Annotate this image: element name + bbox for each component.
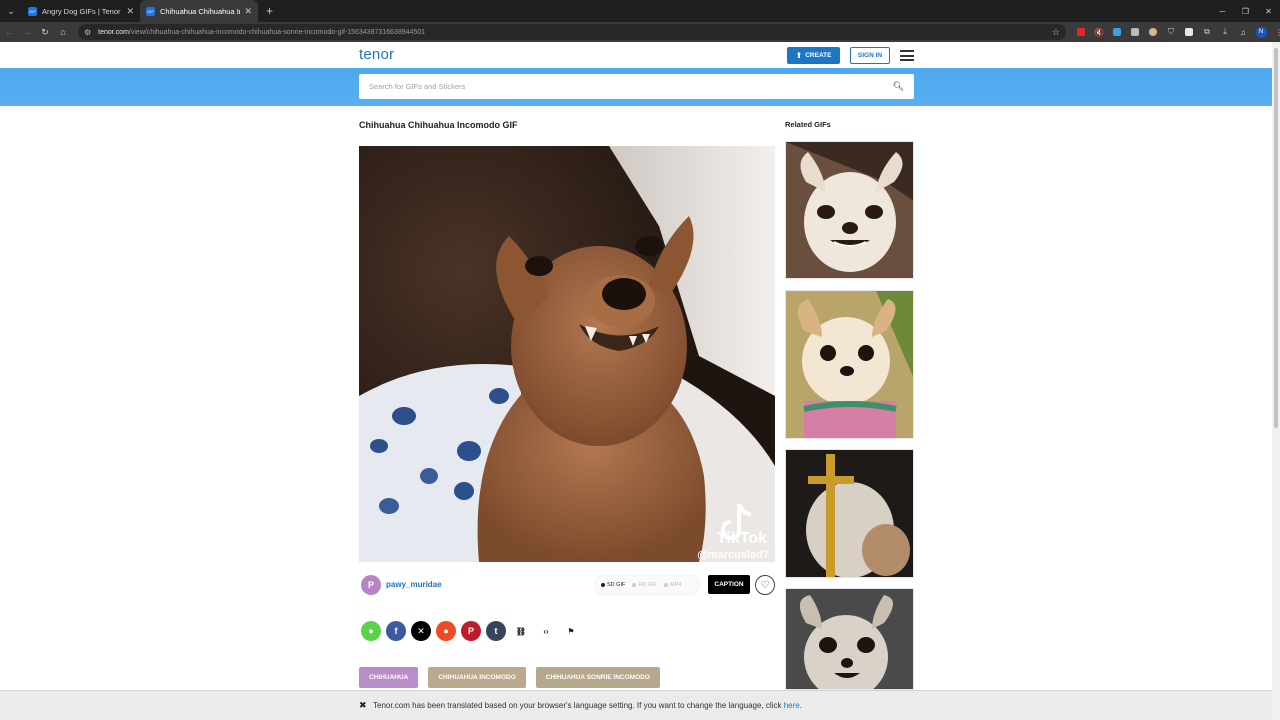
url-host: tenor.com — [98, 28, 129, 36]
browser-menu-icon[interactable]: ⋮ — [1270, 22, 1280, 42]
related-gif-image — [786, 589, 913, 689]
mute-icon[interactable]: 🔇 — [1090, 22, 1108, 42]
format-sd-gif[interactable]: SD GIF — [601, 582, 625, 588]
tab-search-icon[interactable]: ⌄ — [0, 0, 22, 22]
related-gif-image — [786, 142, 913, 278]
related-gif-3[interactable] — [785, 449, 914, 578]
search-input[interactable]: Search for GIFs and Stickers 🔍︎ — [359, 74, 914, 99]
main-gif[interactable]: TikTok @marcuslad7 — [359, 146, 775, 562]
translation-notice-bar: ✖ Tenor.com has been translated based on… — [0, 690, 1272, 720]
extension-white-icon[interactable] — [1180, 22, 1198, 42]
browser-tab-angry-dog[interactable]: GIF Angry Dog GIFs | Tenor ✕ — [22, 0, 140, 22]
chihuahua-gif-image: TikTok @marcuslad7 — [359, 146, 775, 562]
address-bar[interactable]: ⚙ tenor.com /view/chihuahua-chihuahua-in… — [78, 24, 1066, 40]
restore-icon[interactable]: ❐ — [1234, 0, 1257, 22]
shield-icon[interactable]: ⛉ — [1162, 22, 1180, 42]
search-placeholder: Search for GIFs and Stickers — [369, 82, 466, 91]
share-x-icon[interactable]: ✕ — [411, 621, 431, 641]
format-selector: SD GIF HD GIF MP4 — [595, 576, 699, 594]
new-tab-button[interactable]: + — [258, 4, 281, 18]
related-gifs-title: Related GIFs — [785, 120, 831, 129]
format-mp4[interactable]: MP4 — [663, 582, 681, 588]
gif-title: Chihuahua Chihuahua Incomodo GIF — [359, 120, 518, 130]
related-gif-image — [786, 291, 913, 438]
extension-red-icon[interactable] — [1072, 22, 1090, 42]
share-facebook-icon[interactable]: f — [386, 621, 406, 641]
home-icon[interactable]: ⌂ — [54, 22, 72, 42]
bookmark-star-icon[interactable]: ☆ — [1052, 27, 1060, 38]
tags-row: CHIHUAHUA CHIHUAHUA INCOMODO CHIHUAHUA S… — [359, 667, 670, 689]
extension-circle-icon[interactable] — [1144, 22, 1162, 42]
search-band: Search for GIFs and Stickers 🔍︎ — [0, 68, 1272, 106]
share-reddit-icon[interactable]: ● — [436, 621, 456, 641]
minimize-icon[interactable]: ─ — [1211, 0, 1234, 22]
share-message-icon[interactable]: ● — [361, 621, 381, 641]
author-name[interactable]: pawy_muridae — [386, 580, 442, 589]
tag-chihuahua[interactable]: CHIHUAHUA — [359, 667, 419, 688]
extension-blue-icon[interactable] — [1108, 22, 1126, 42]
related-gif-2[interactable] — [785, 290, 914, 439]
tiktok-watermark-handle: @marcuslad7 — [697, 549, 769, 561]
tenor-logo[interactable]: tenor — [359, 46, 394, 63]
author-avatar[interactable]: P — [361, 575, 381, 595]
share-tumblr-icon[interactable]: t — [486, 621, 506, 641]
extension-grey-icon[interactable] — [1126, 22, 1144, 42]
change-language-link[interactable]: here — [784, 701, 800, 710]
create-button[interactable]: ⬆ CREATE — [787, 47, 840, 64]
tab-title: Angry Dog GIFs | Tenor — [42, 6, 121, 16]
tenor-favicon-icon: GIF — [28, 6, 37, 16]
embed-code-icon[interactable]: ‹› — [536, 621, 556, 641]
favorite-heart-icon[interactable]: ♡ — [755, 575, 775, 595]
forward-arrow-icon[interactable]: → — [18, 22, 36, 42]
hamburger-menu-icon[interactable] — [900, 50, 914, 61]
extensions-puzzle-icon[interactable]: ⧉ — [1198, 22, 1216, 42]
tab-close-icon[interactable]: ✕ — [244, 6, 252, 17]
profile-avatar[interactable]: N — [1252, 22, 1270, 42]
upload-icon: ⬆ — [795, 51, 803, 60]
media-icon[interactable]: ♫ — [1234, 22, 1252, 42]
tag-chihuahua-sonrie-incomodo[interactable]: CHIHUAHUA SONRIE INCOMODO — [535, 667, 660, 688]
window-close-icon[interactable]: ✕ — [1257, 0, 1280, 22]
sign-in-button[interactable]: SIGN IN — [850, 47, 890, 64]
download-icon[interactable]: ⤓ — [1216, 22, 1234, 42]
back-arrow-icon[interactable]: ← — [0, 22, 18, 42]
url-path: /view/chihuahua-chihuahua-incomodo-chihu… — [128, 28, 426, 36]
tag-chihuahua-incomodo[interactable]: CHIHUAHUA INCOMODO — [428, 667, 526, 688]
create-button-label: CREATE — [805, 52, 832, 59]
caption-button[interactable]: CAPTION — [708, 575, 750, 594]
report-flag-icon[interactable]: ⚑ — [561, 621, 581, 641]
translation-notice-text: Tenor.com has been translated based on y… — [373, 701, 802, 710]
format-hd-gif[interactable]: HD GIF — [632, 582, 657, 588]
share-row: ● f ✕ ● P t ⛓ ‹› ⚑ — [361, 621, 586, 641]
extensions-area: 🔇 ⛉ ⧉ ⤓ ♫ N ⋮ — [1072, 22, 1280, 42]
related-gif-4[interactable] — [785, 588, 914, 690]
tab-close-icon[interactable]: ✕ — [126, 6, 134, 17]
share-pinterest-icon[interactable]: P — [461, 621, 481, 641]
reload-icon[interactable]: ↻ — [36, 22, 54, 42]
related-gif-image — [786, 450, 913, 577]
site-header: tenor ⬆ CREATE SIGN IN — [0, 42, 1272, 68]
copy-link-icon[interactable]: ⛓ — [511, 621, 531, 641]
search-icon[interactable]: 🔍︎ — [893, 81, 904, 92]
browser-tab-bar: ⌄ GIF Angry Dog GIFs | Tenor ✕ GIF Chihu… — [0, 0, 1280, 22]
tab-title: Chihuahua Chihuahua Incomo — [160, 6, 240, 16]
tenor-favicon-icon: GIF — [146, 6, 155, 16]
scrollbar-thumb[interactable] — [1274, 48, 1278, 428]
author-row: P pawy_muridae SD GIF HD GIF MP4 CAPTION… — [359, 573, 775, 597]
browser-tab-chihuahua[interactable]: GIF Chihuahua Chihuahua Incomo ✕ — [140, 0, 258, 22]
window-controls: ─ ❐ ✕ — [1211, 0, 1280, 22]
related-gif-1[interactable] — [785, 141, 914, 279]
site-info-icon[interactable]: ⚙ — [84, 28, 91, 37]
tiktok-watermark-brand: TikTok — [717, 530, 767, 547]
close-notice-icon[interactable]: ✖ — [359, 700, 367, 711]
